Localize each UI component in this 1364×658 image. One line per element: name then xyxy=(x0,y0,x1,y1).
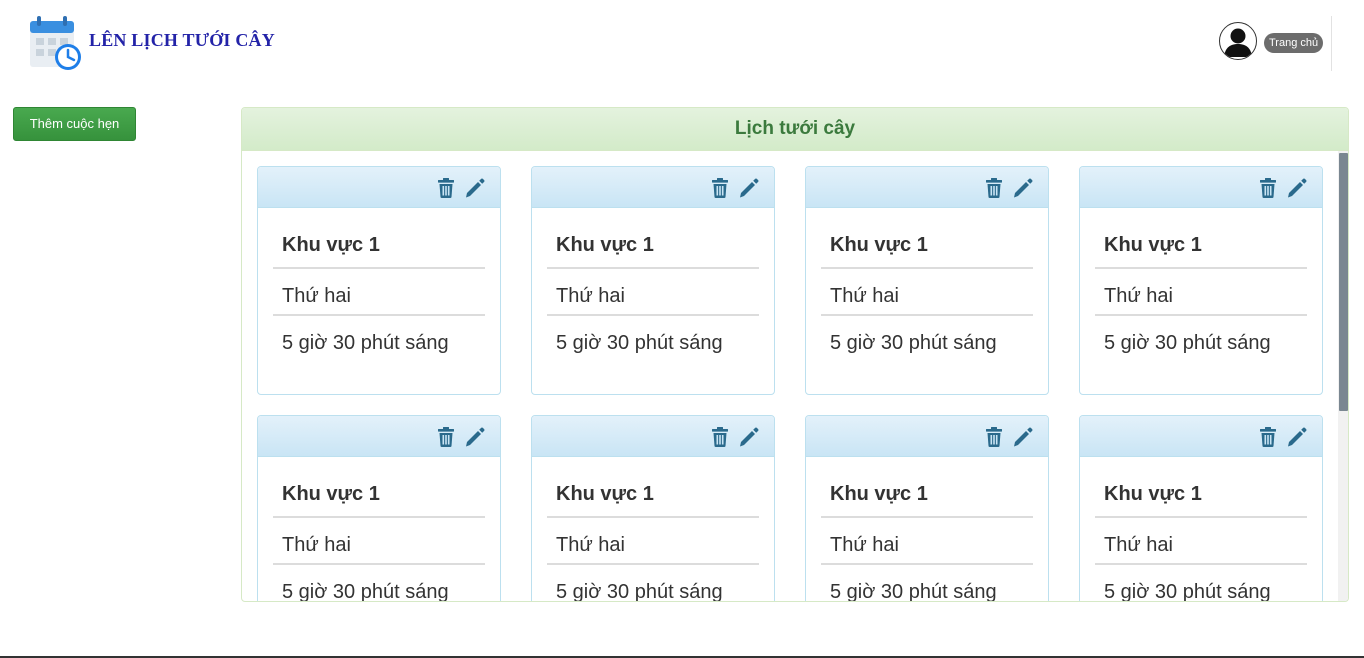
pencil-icon[interactable] xyxy=(738,177,760,199)
trash-icon[interactable] xyxy=(709,177,731,199)
card-header xyxy=(532,416,774,457)
trash-icon[interactable] xyxy=(1257,426,1279,448)
schedule-card: Khu vực 1 Thứ hai 5 giờ 30 phút sáng xyxy=(257,166,501,395)
watering-time: 5 giờ 30 phút sáng xyxy=(1104,332,1271,354)
card-header xyxy=(806,167,1048,208)
day-of-week: Thứ hai xyxy=(1095,518,1307,565)
watering-time: 5 giờ 30 phút sáng xyxy=(1104,581,1271,601)
user-avatar[interactable] xyxy=(1219,22,1257,60)
card-header xyxy=(806,416,1048,457)
trash-icon[interactable] xyxy=(1257,177,1279,199)
card-header xyxy=(258,416,500,457)
panel-title: Lịch tưới cây xyxy=(242,108,1348,151)
add-appointment-button[interactable]: Thêm cuộc hẹn xyxy=(13,107,136,141)
schedule-card: Khu vực 1 Thứ hai 5 giờ 30 phút sáng xyxy=(1079,166,1323,395)
schedule-card: Khu vực 1 Thứ hai 5 giờ 30 phút sáng xyxy=(805,415,1049,601)
home-button[interactable]: Trang chủ xyxy=(1264,33,1324,53)
card-header xyxy=(532,167,774,208)
pencil-icon[interactable] xyxy=(1286,177,1308,199)
trash-icon[interactable] xyxy=(983,426,1005,448)
trash-icon[interactable] xyxy=(435,426,457,448)
card-header xyxy=(1080,416,1322,457)
trash-icon[interactable] xyxy=(435,177,457,199)
area-name: Khu vực 1 xyxy=(821,208,1033,269)
header: LÊN LỊCH TƯỚI CÂY Trang chủ xyxy=(0,0,1364,85)
trash-icon[interactable] xyxy=(983,177,1005,199)
pencil-icon[interactable] xyxy=(738,426,760,448)
schedule-card: Khu vực 1 Thứ hai 5 giờ 30 phút sáng xyxy=(531,415,775,601)
schedule-panel: Lịch tưới cây Khu vực 1 Thứ hai 5 giờ 30… xyxy=(241,107,1349,602)
area-name: Khu vực 1 xyxy=(1095,457,1307,518)
day-of-week: Thứ hai xyxy=(547,269,759,316)
watering-time: 5 giờ 30 phút sáng xyxy=(830,332,997,354)
schedule-card: Khu vực 1 Thứ hai 5 giờ 30 phút sáng xyxy=(531,166,775,395)
area-name: Khu vực 1 xyxy=(1095,208,1307,269)
schedule-card: Khu vực 1 Thứ hai 5 giờ 30 phút sáng xyxy=(805,166,1049,395)
area-name: Khu vực 1 xyxy=(547,208,759,269)
day-of-week: Thứ hai xyxy=(1095,269,1307,316)
area-name: Khu vực 1 xyxy=(273,457,485,518)
header-divider xyxy=(1331,16,1332,71)
area-name: Khu vực 1 xyxy=(821,457,1033,518)
card-header xyxy=(1080,167,1322,208)
day-of-week: Thứ hai xyxy=(821,518,1033,565)
area-name: Khu vực 1 xyxy=(273,208,485,269)
schedule-card: Khu vực 1 Thứ hai 5 giờ 30 phút sáng xyxy=(257,415,501,601)
pencil-icon[interactable] xyxy=(1012,426,1034,448)
scrollbar-thumb[interactable] xyxy=(1339,153,1348,411)
area-name: Khu vực 1 xyxy=(547,457,759,518)
pencil-icon[interactable] xyxy=(464,177,486,199)
calendar-clock-icon xyxy=(28,15,83,71)
watering-time: 5 giờ 30 phút sáng xyxy=(830,581,997,601)
trash-icon[interactable] xyxy=(709,426,731,448)
watering-time: 5 giờ 30 phút sáng xyxy=(556,332,723,354)
day-of-week: Thứ hai xyxy=(821,269,1033,316)
watering-time: 5 giờ 30 phút sáng xyxy=(556,581,723,601)
app-title: LÊN LỊCH TƯỚI CÂY xyxy=(89,30,275,50)
schedule-card: Khu vực 1 Thứ hai 5 giờ 30 phút sáng xyxy=(1079,415,1323,601)
day-of-week: Thứ hai xyxy=(273,518,485,565)
card-header xyxy=(258,167,500,208)
watering-time: 5 giờ 30 phút sáng xyxy=(282,581,449,601)
user-icon xyxy=(1224,28,1252,57)
watering-time: 5 giờ 30 phút sáng xyxy=(282,332,449,354)
pencil-icon[interactable] xyxy=(1286,426,1308,448)
pencil-icon[interactable] xyxy=(1012,177,1034,199)
pencil-icon[interactable] xyxy=(464,426,486,448)
schedule-list[interactable]: Khu vực 1 Thứ hai 5 giờ 30 phút sáng Khu… xyxy=(242,151,1348,601)
day-of-week: Thứ hai xyxy=(273,269,485,316)
day-of-week: Thứ hai xyxy=(547,518,759,565)
